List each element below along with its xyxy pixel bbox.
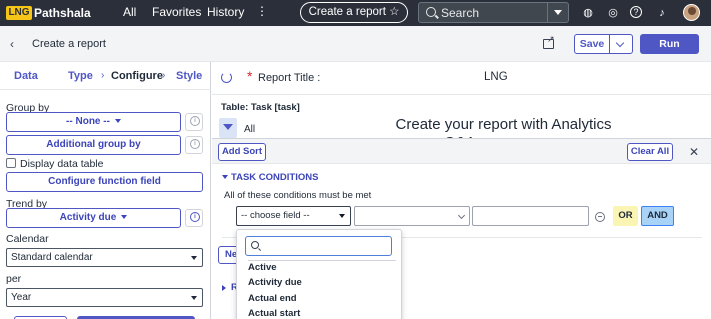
group-by-value: -- None -- [66, 116, 110, 127]
search-icon [251, 241, 259, 249]
nav-favorites[interactable]: Favorites [152, 5, 201, 19]
field-search-input[interactable] [245, 236, 392, 256]
required-marker: * [247, 68, 253, 84]
clear-all-button[interactable]: Clear All [627, 143, 673, 161]
tab-type[interactable]: Type [68, 70, 93, 82]
task-conditions-title[interactable]: TASK CONDITIONS [231, 172, 318, 183]
save-options-dropdown[interactable] [610, 34, 633, 54]
more-menu-icon[interactable]: ⋮ [256, 4, 268, 18]
share-icon[interactable] [543, 34, 555, 49]
tab-configure[interactable]: Configure [111, 70, 163, 82]
step-tabs: Data Type › Configure › Style [0, 62, 211, 90]
nav-history[interactable]: History [207, 5, 244, 19]
report-title-value[interactable]: LNG [484, 71, 508, 83]
tab-data[interactable]: Data [14, 70, 38, 82]
remove-condition-icon[interactable] [595, 212, 605, 222]
chevron-right-icon[interactable] [222, 285, 226, 291]
save-button[interactable]: Save [574, 34, 610, 54]
group-by-select[interactable]: -- None -- [6, 112, 181, 132]
bell-icon[interactable]: ♪ [655, 6, 669, 20]
field-option-actual-end[interactable]: Actual end [248, 293, 297, 304]
field-picker-popup: Active Activity due Actual end Actual st… [236, 229, 402, 319]
report-title-label: Report Title : [258, 72, 321, 84]
divider [248, 260, 396, 261]
conditions-note: All of these conditions must be met [224, 190, 372, 201]
page-title: Create a report [32, 38, 106, 50]
display-data-table-checkbox[interactable] [6, 158, 16, 168]
search-label: Search [441, 6, 480, 20]
configure-function-field-button[interactable]: Configure function field [6, 172, 203, 192]
nav-all[interactable]: All [123, 5, 136, 19]
trend-by-select[interactable]: Activity due [6, 208, 181, 228]
display-data-table-label: Display data table [20, 158, 104, 170]
help-icon[interactable]: ? [630, 6, 642, 18]
star-icon: ☆ [389, 6, 400, 18]
run-button[interactable]: Run [640, 34, 699, 54]
sort-toolbar: Add Sort Clear All ✕ [212, 139, 711, 164]
value-input[interactable] [472, 206, 589, 226]
close-icon[interactable]: ✕ [689, 145, 699, 159]
operator-select[interactable] [354, 206, 470, 226]
refresh-icon[interactable] [221, 72, 232, 83]
create-report-button[interactable]: Create a report ☆ [300, 2, 408, 23]
logo[interactable]: LNG Pathshala [6, 5, 91, 21]
additional-group-by-info-icon[interactable] [185, 136, 203, 154]
per-label: per [6, 273, 22, 285]
field-option-active[interactable]: Active [248, 262, 277, 273]
search-scope-dropdown[interactable] [547, 3, 568, 22]
group-by-info-icon[interactable] [185, 113, 203, 131]
tab-style[interactable]: Style [176, 70, 202, 82]
field-option-actual-start[interactable]: Actual start [248, 308, 300, 319]
search-icon [426, 7, 436, 17]
and-button[interactable]: AND [641, 206, 674, 226]
configure-panel: Data Type › Configure › Style Group by -… [0, 62, 211, 319]
additional-group-by-button[interactable]: Additional group by [6, 135, 181, 155]
step-separator-icon: › [101, 70, 105, 81]
calendar-select[interactable]: Standard calendar [6, 248, 203, 267]
chevron-down-icon [114, 119, 121, 124]
table-label: Table: Task [task] [221, 102, 300, 113]
field-option-activity-due[interactable]: Activity due [248, 277, 302, 288]
chevron-down-icon[interactable] [222, 175, 228, 179]
divider [212, 94, 711, 95]
trend-by-value: Activity due [59, 212, 117, 223]
or-button[interactable]: OR [613, 206, 638, 226]
logo-mark: LNG [6, 6, 32, 20]
back-icon[interactable]: ‹ [10, 37, 14, 51]
add-sort-button[interactable]: Add Sort [218, 143, 266, 161]
calendar-label: Calendar [6, 233, 49, 245]
chat-icon[interactable]: ◎ [606, 6, 620, 20]
choose-field-select[interactable]: -- choose field -- [236, 206, 351, 226]
page-header: ‹ Create a report Save Run [0, 26, 711, 62]
chevron-down-icon [121, 215, 128, 220]
avatar[interactable] [683, 4, 700, 21]
per-select[interactable]: Year [6, 288, 203, 307]
trend-by-info-icon[interactable] [185, 209, 203, 227]
step-separator-icon: › [162, 70, 166, 81]
logo-text: Pathshala [34, 6, 91, 20]
create-report-label: Create a report [308, 6, 386, 18]
top-navigation: LNG Pathshala All Favorites History ⋮ Cr… [0, 0, 711, 26]
globe-icon[interactable]: ◍ [581, 6, 595, 20]
global-search[interactable]: Search [418, 2, 569, 23]
